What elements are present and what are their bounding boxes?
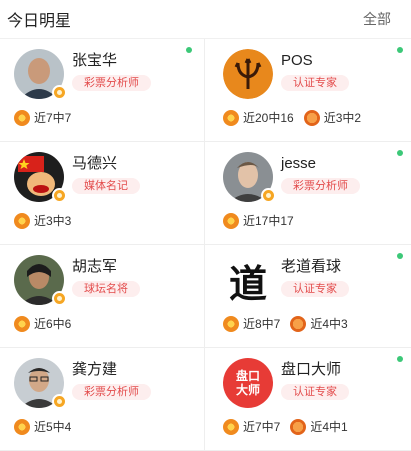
soccer-record: 近6中6 xyxy=(34,317,72,331)
soccer-record: 近7中7 xyxy=(34,111,72,125)
avatar[interactable]: 盘口 大师 xyxy=(223,358,273,408)
avatar[interactable] xyxy=(14,358,67,409)
basketball-icon xyxy=(290,315,307,332)
expert-tag: 球坛名将 xyxy=(72,281,140,297)
basketball-record: 近3中2 xyxy=(323,111,362,125)
soccer-record: 近3中3 xyxy=(34,214,72,228)
expert-tag: 认证专家 xyxy=(281,75,349,91)
view-all-link[interactable]: 全部 xyxy=(363,9,391,29)
verified-badge-icon xyxy=(52,394,67,409)
expert-card[interactable]: 盘口 大师 盘口大师 认证专家 近7中7 近4中1 xyxy=(205,348,411,451)
expert-name: 老道看球 xyxy=(281,258,342,275)
section-header: 今日明星 全部 xyxy=(0,0,411,39)
expert-card[interactable]: 胡志军 球坛名将 近6中6 xyxy=(0,245,205,348)
expert-tag: 媒体名记 xyxy=(72,178,140,194)
expert-tag: 彩票分析师 xyxy=(72,384,151,400)
basketball-icon xyxy=(290,418,307,435)
basketball-icon xyxy=(303,109,320,126)
soccer-record: 近7中7 xyxy=(243,420,281,434)
online-indicator xyxy=(397,47,403,53)
basketball-record: 近4中3 xyxy=(310,317,348,331)
soccer-ball-icon xyxy=(14,315,30,332)
expert-card[interactable]: 道 老道看球 认证专家 近8中7 近4中3 xyxy=(205,245,411,348)
verified-badge-icon xyxy=(52,188,67,203)
online-indicator xyxy=(186,47,192,53)
avatar[interactable] xyxy=(223,49,273,99)
soccer-ball-icon xyxy=(223,418,239,435)
verified-badge-icon xyxy=(52,85,67,100)
soccer-ball-icon xyxy=(14,418,30,435)
basketball-record: 近4中1 xyxy=(310,420,348,434)
expert-name: jesse xyxy=(281,155,317,172)
avatar[interactable] xyxy=(223,152,276,203)
expert-grid: 张宝华 彩票分析师 近7中7 POS 认证专家 近20中16 近3中2 马德兴 … xyxy=(0,39,411,451)
logo-text-line-2: 大师 xyxy=(235,383,260,397)
avatar[interactable] xyxy=(14,49,67,100)
expert-card[interactable]: 张宝华 彩票分析师 近7中7 xyxy=(0,39,205,142)
expert-name: 马德兴 xyxy=(72,155,118,172)
calligraphy-dao-logo-icon: 道 xyxy=(228,263,267,306)
expert-tag: 彩票分析师 xyxy=(72,75,151,91)
soccer-ball-icon xyxy=(223,109,239,126)
verified-badge-icon xyxy=(52,291,67,306)
avatar[interactable] xyxy=(14,255,67,306)
avatar[interactable]: 道 xyxy=(223,255,273,306)
expert-name: 张宝华 xyxy=(72,52,118,69)
soccer-record: 近17中17 xyxy=(243,214,294,228)
soccer-ball-icon xyxy=(14,109,30,126)
expert-name: 龚方建 xyxy=(72,361,118,378)
trident-logo-icon xyxy=(223,49,273,99)
expert-card[interactable]: jesse 彩票分析师 近17中17 xyxy=(205,142,411,245)
expert-tag: 彩票分析师 xyxy=(281,178,360,194)
expert-name: 胡志军 xyxy=(72,258,118,275)
soccer-record: 近20中16 xyxy=(243,111,294,125)
expert-tag: 认证专家 xyxy=(281,281,349,297)
soccer-record: 近5中4 xyxy=(34,420,72,434)
pankou-dashi-logo-icon: 盘口 大师 xyxy=(223,358,273,408)
soccer-ball-icon xyxy=(14,212,30,229)
expert-card[interactable]: 龚方建 彩票分析师 近5中4 xyxy=(0,348,205,451)
avatar[interactable] xyxy=(14,152,67,203)
expert-tag: 认证专家 xyxy=(281,384,349,400)
section-title: 今日明星 xyxy=(7,13,72,30)
online-indicator xyxy=(397,150,403,156)
verified-badge-icon xyxy=(261,188,276,203)
expert-name: 盘口大师 xyxy=(281,361,342,378)
soccer-record: 近8中7 xyxy=(243,317,281,331)
expert-name: POS xyxy=(281,52,313,69)
expert-card[interactable]: POS 认证专家 近20中16 近3中2 xyxy=(205,39,411,142)
expert-card[interactable]: 马德兴 媒体名记 近3中3 xyxy=(0,142,205,245)
soccer-ball-icon xyxy=(223,315,239,332)
online-indicator xyxy=(397,356,403,362)
logo-text-line-1: 盘口 xyxy=(235,369,260,383)
soccer-ball-icon xyxy=(223,212,239,229)
online-indicator xyxy=(397,253,403,259)
